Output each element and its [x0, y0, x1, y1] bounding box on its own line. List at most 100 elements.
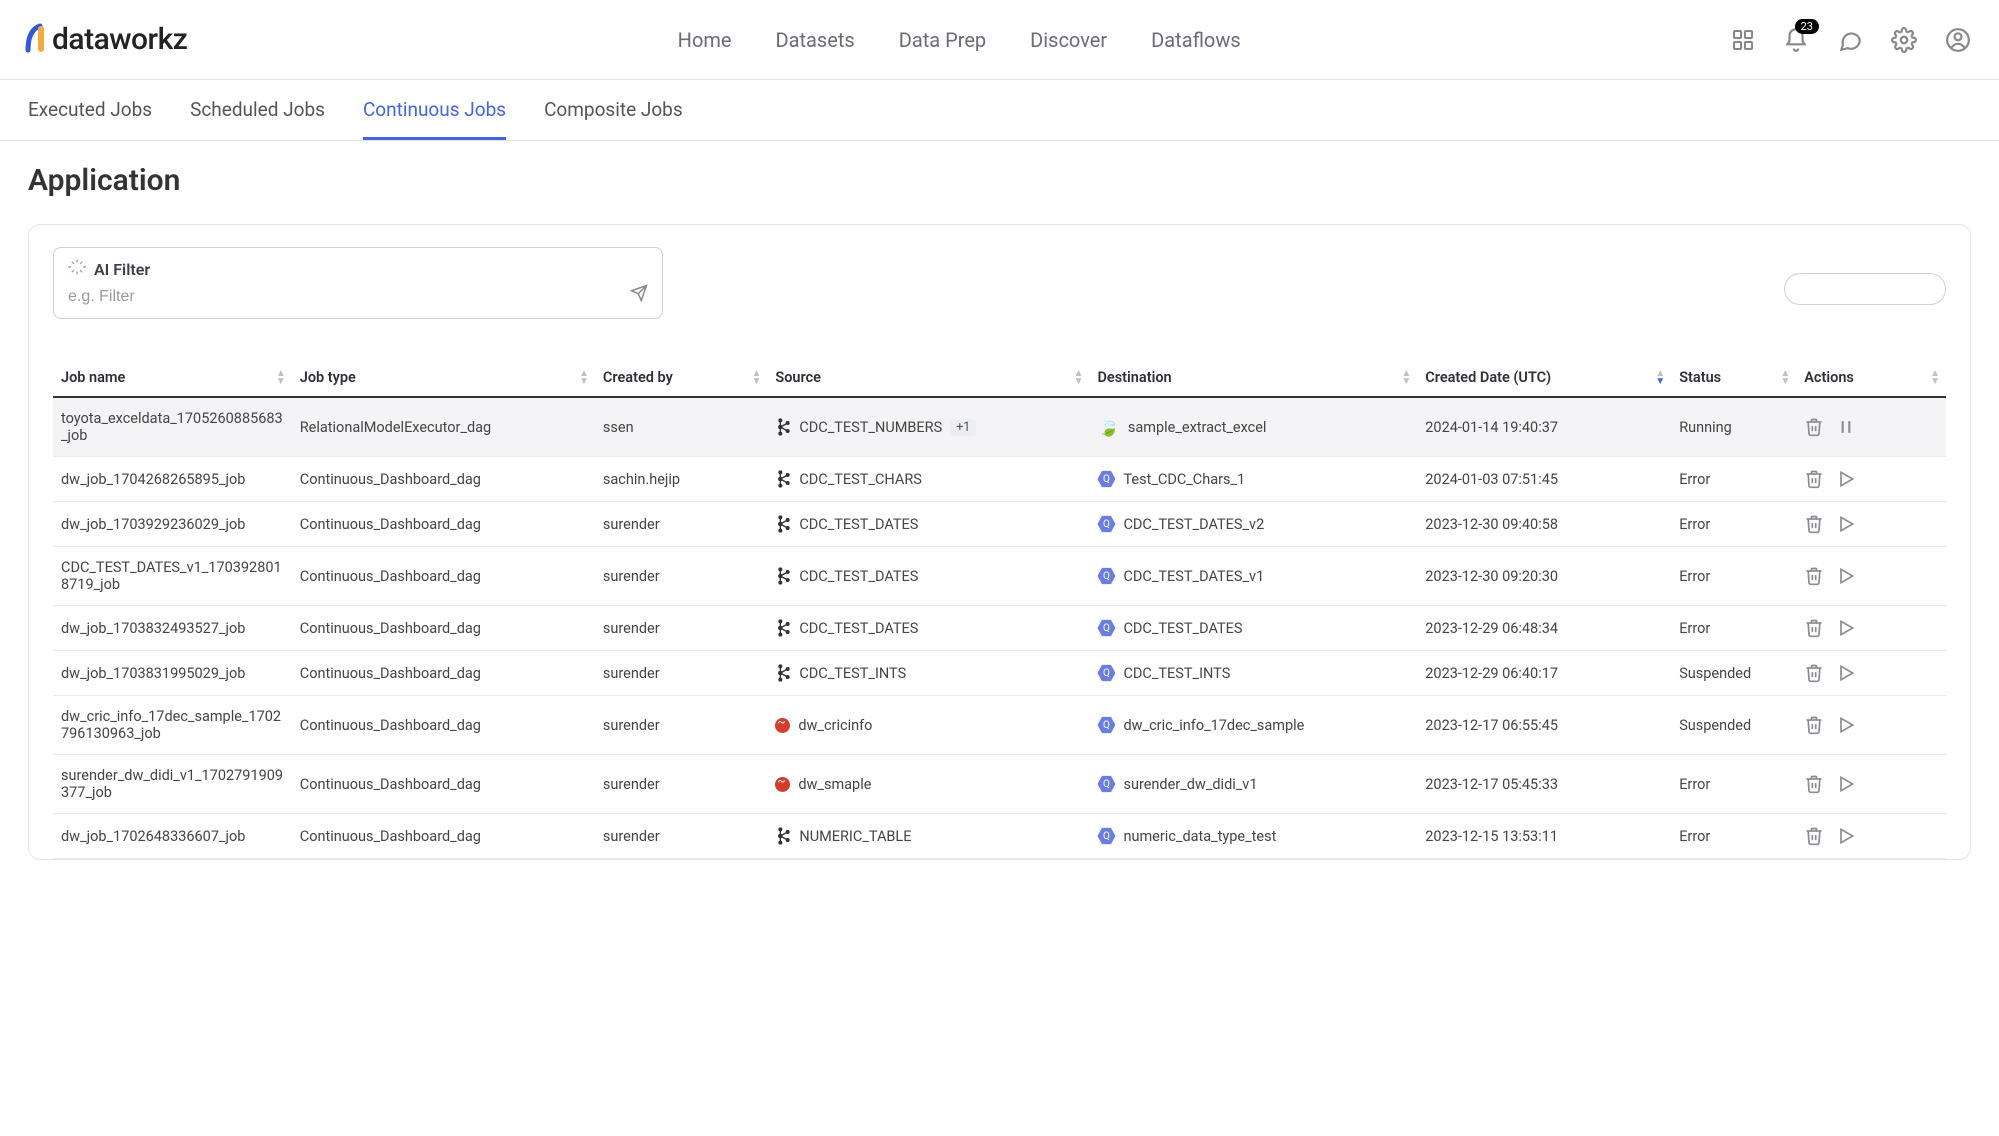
- nav-home[interactable]: Home: [678, 28, 732, 52]
- user-icon[interactable]: [1945, 27, 1971, 53]
- trash-icon[interactable]: [1804, 663, 1824, 683]
- gear-icon[interactable]: [1891, 27, 1917, 53]
- play-icon[interactable]: [1836, 715, 1856, 735]
- pause-icon[interactable]: [1836, 417, 1856, 437]
- trash-icon[interactable]: [1804, 826, 1824, 846]
- trash-icon[interactable]: [1804, 566, 1824, 586]
- destination-text: sample_extract_excel: [1128, 419, 1267, 436]
- job-type: Continuous_Dashboard_dag: [300, 665, 587, 682]
- table-row[interactable]: toyota_exceldata_1705260885683_jobRelati…: [53, 397, 1946, 457]
- job-name: dw_job_1703831995029_job: [61, 665, 284, 682]
- hex-icon: Q: [1097, 515, 1115, 533]
- job-type: Continuous_Dashboard_dag: [300, 620, 587, 637]
- brand-logo[interactable]: dataworkz: [18, 16, 187, 64]
- destination-text: CDC_TEST_DATES_v1: [1123, 568, 1264, 585]
- table-row[interactable]: surender_dw_didi_v1_1702791909377_jobCon…: [53, 755, 1946, 814]
- created-by: surender: [603, 516, 759, 533]
- status-text: Error: [1679, 516, 1710, 533]
- col-job-type[interactable]: Job type▲▼: [292, 359, 595, 397]
- col-source[interactable]: Source▲▼: [767, 359, 1089, 397]
- play-icon[interactable]: [1836, 826, 1856, 846]
- nav-dataprep[interactable]: Data Prep: [899, 28, 986, 52]
- tab-composite[interactable]: Composite Jobs: [544, 80, 683, 140]
- row-actions: [1804, 774, 1938, 794]
- status-text: Running: [1679, 419, 1732, 436]
- kafka-icon: [775, 566, 791, 586]
- table-row[interactable]: dw_job_1702648336607_jobContinuous_Dashb…: [53, 814, 1946, 859]
- source-text: CDC_TEST_NUMBERS: [799, 419, 942, 436]
- destination-text: numeric_data_type_test: [1123, 828, 1276, 845]
- source-text: dw_smaple: [798, 776, 871, 793]
- job-name: dw_job_1704268265895_job: [61, 471, 284, 488]
- tab-continuous[interactable]: Continuous Jobs: [363, 80, 506, 140]
- col-status[interactable]: Status▲▼: [1671, 359, 1796, 397]
- kafka-icon: [775, 469, 791, 489]
- sparkle-icon: [68, 258, 86, 280]
- row-actions: [1804, 514, 1938, 534]
- col-destination[interactable]: Destination▲▼: [1089, 359, 1417, 397]
- notification-badge: 23: [1795, 19, 1819, 34]
- col-created-date[interactable]: Created Date (UTC)▲▼: [1417, 359, 1671, 397]
- notifications-icon[interactable]: 23: [1783, 27, 1809, 53]
- ai-filter-input[interactable]: [68, 288, 648, 306]
- source-red-icon: [775, 777, 790, 792]
- tab-scheduled[interactable]: Scheduled Jobs: [190, 80, 325, 140]
- job-name: dw_job_1703929236029_job: [61, 516, 284, 533]
- row-actions: [1804, 826, 1938, 846]
- trash-icon[interactable]: [1804, 514, 1824, 534]
- play-icon[interactable]: [1836, 469, 1856, 489]
- play-icon[interactable]: [1836, 774, 1856, 794]
- search-input[interactable]: [1784, 273, 1946, 305]
- row-actions: [1804, 618, 1938, 638]
- created-date: 2023-12-29 06:40:17: [1425, 665, 1558, 682]
- col-job-name[interactable]: Job name▲▼: [53, 359, 292, 397]
- apps-icon[interactable]: [1731, 28, 1755, 52]
- table-row[interactable]: dw_job_1703831995029_job Continuous_Dashb…: [53, 651, 1946, 696]
- play-icon[interactable]: [1836, 618, 1856, 638]
- destination-text: CDC_TEST_DATES_v2: [1123, 516, 1264, 533]
- topbar: dataworkz Home Datasets Data Prep Discov…: [0, 0, 1999, 80]
- chat-icon[interactable]: [1837, 27, 1863, 53]
- status-text: Error: [1679, 471, 1710, 488]
- play-icon[interactable]: [1836, 514, 1856, 534]
- kafka-icon: [775, 417, 791, 437]
- source-extra-chip[interactable]: +1: [950, 419, 976, 436]
- status-text: Error: [1679, 828, 1710, 845]
- tab-executed[interactable]: Executed Jobs: [28, 80, 152, 140]
- destination-text: dw_cric_info_17dec_sample: [1123, 717, 1304, 734]
- send-icon[interactable]: [630, 284, 648, 306]
- created-date: 2024-01-03 07:51:45: [1425, 471, 1558, 488]
- status-text: Error: [1679, 568, 1710, 585]
- trash-icon[interactable]: [1804, 715, 1824, 735]
- nav-datasets[interactable]: Datasets: [776, 28, 855, 52]
- sub-tabs: Executed Jobs Scheduled Jobs Continuous …: [0, 80, 1999, 141]
- play-icon[interactable]: [1836, 663, 1856, 683]
- col-actions: Actions▲▼: [1796, 359, 1946, 397]
- table-row[interactable]: dw_job_1703832493527_jobContinuous_Dashb…: [53, 606, 1946, 651]
- source-text: CDC_TEST_DATES: [799, 516, 918, 533]
- jobs-table: Job name▲▼ Job type▲▼ Created by▲▼ Sourc…: [53, 359, 1946, 859]
- nav-dataflows[interactable]: Dataflows: [1151, 28, 1241, 52]
- trash-icon[interactable]: [1804, 774, 1824, 794]
- job-type: Continuous_Dashboard_dag: [300, 776, 587, 793]
- table-row[interactable]: dw_job_1704268265895_jobContinuous_Dashb…: [53, 457, 1946, 502]
- row-actions: [1804, 663, 1938, 683]
- nav-discover[interactable]: Discover: [1030, 28, 1107, 52]
- trash-icon[interactable]: [1804, 618, 1824, 638]
- created-date: 2023-12-15 13:53:11: [1425, 828, 1558, 845]
- trash-icon[interactable]: [1804, 469, 1824, 489]
- kafka-icon: [775, 618, 791, 638]
- top-nav: Home Datasets Data Prep Discover Dataflo…: [678, 28, 1241, 52]
- hex-icon: Q: [1097, 827, 1115, 845]
- play-icon[interactable]: [1836, 566, 1856, 586]
- ai-filter-box: AI Filter: [53, 247, 663, 319]
- created-by: surender: [603, 828, 759, 845]
- table-row[interactable]: CDC_TEST_DATES_v1_1703928018719_jobConti…: [53, 547, 1946, 606]
- table-row[interactable]: dw_cric_info_17dec_sample_1702796130963_…: [53, 696, 1946, 755]
- created-date: 2023-12-30 09:40:58: [1425, 516, 1558, 533]
- table-row[interactable]: dw_job_1703929236029_jobContinuous_Dashb…: [53, 502, 1946, 547]
- kafka-icon: [775, 514, 791, 534]
- col-created-by[interactable]: Created by▲▼: [595, 359, 767, 397]
- trash-icon[interactable]: [1804, 417, 1824, 437]
- job-type: Continuous_Dashboard_dag: [300, 828, 587, 845]
